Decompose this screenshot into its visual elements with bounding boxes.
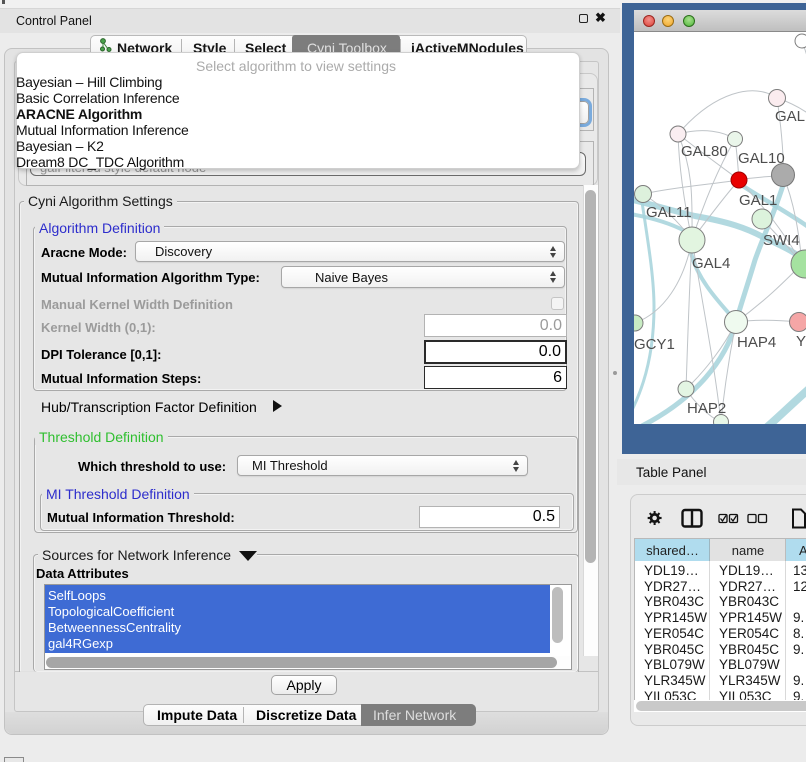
svg-text:GCY1: GCY1 <box>634 336 675 353</box>
svg-text:GAL4: GAL4 <box>692 255 730 272</box>
svg-text:SWI4: SWI4 <box>763 232 800 249</box>
svg-text:GAL80: GAL80 <box>681 143 728 160</box>
svg-text:GAL10: GAL10 <box>738 150 785 167</box>
svg-text:GAL: GAL <box>775 108 805 125</box>
svg-text:GAL11: GAL11 <box>646 204 692 221</box>
svg-text:GAL1: GAL1 <box>739 192 777 209</box>
svg-text:HAP4: HAP4 <box>737 334 776 351</box>
svg-text:Y: Y <box>796 333 806 350</box>
svg-text:HAP2: HAP2 <box>687 400 726 417</box>
